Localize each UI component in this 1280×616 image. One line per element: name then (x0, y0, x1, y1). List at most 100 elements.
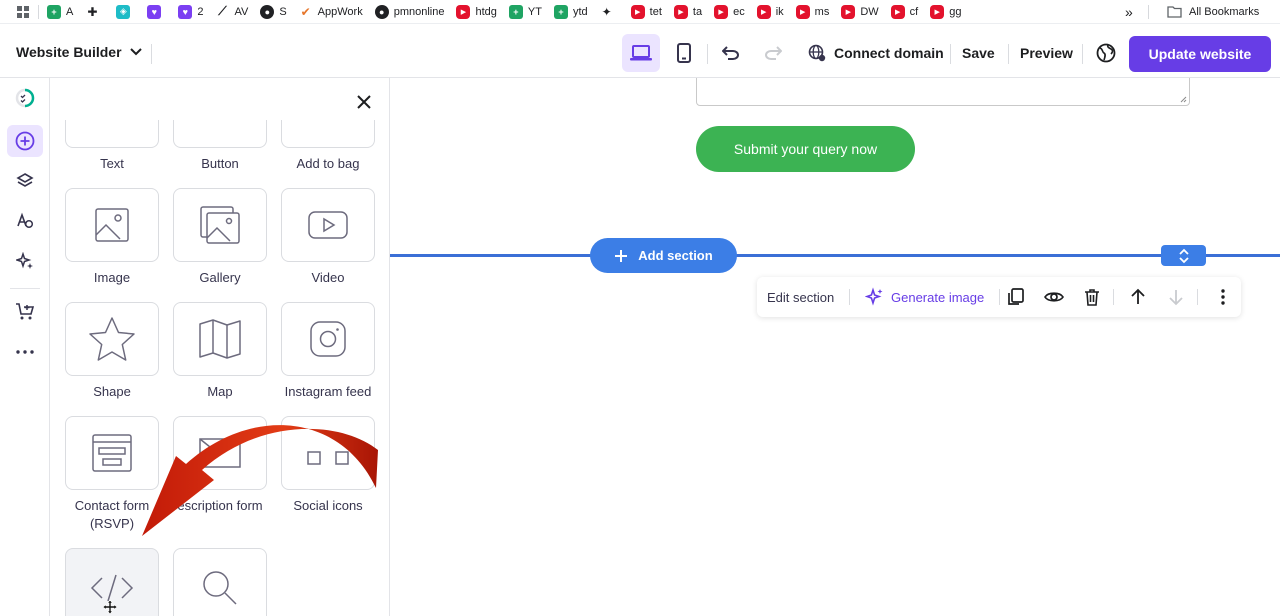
instagram-icon (310, 321, 346, 357)
element-tile-social-icons[interactable] (281, 416, 375, 490)
delete-section-button[interactable] (1082, 287, 1102, 307)
generate-image-button[interactable]: Generate image (865, 287, 984, 307)
gallery-icon (200, 206, 240, 244)
bookmark-label: ms (814, 5, 830, 18)
element-tile-button[interactable] (173, 120, 267, 148)
element-tile-map[interactable] (173, 302, 267, 376)
bookmark-separator (38, 4, 39, 19)
bookmark-item[interactable]: + ytd (553, 0, 588, 24)
bookmark-item[interactable]: ✦ (600, 0, 619, 24)
overflow-chevron-icon: » (1125, 3, 1133, 20)
element-tile-add-to-bag[interactable] (281, 120, 375, 148)
bookmark-item[interactable]: ⟋ AV (215, 0, 248, 24)
desktop-view-button[interactable] (622, 34, 660, 72)
bookmark-item[interactable]: ✔ AppWork (299, 0, 363, 24)
element-tile-contact-form[interactable] (65, 416, 159, 490)
connect-domain-button[interactable]: Connect domain (808, 34, 944, 72)
save-button[interactable]: Save (962, 34, 995, 72)
section-boundary-line (390, 254, 1280, 257)
close-panel-button[interactable] (354, 92, 374, 112)
bookmark-label: ta (692, 5, 703, 18)
section-resize-handle[interactable] (1161, 245, 1206, 266)
more-tools-button[interactable] (7, 336, 43, 368)
bookmark-item[interactable]: ◈ (116, 0, 135, 24)
chat-heart-icon: ♥ (147, 4, 162, 19)
plus-circle-icon (15, 131, 35, 151)
bookmark-item[interactable]: ● S (260, 0, 287, 24)
form-icon (92, 434, 132, 472)
hide-section-button[interactable] (1044, 287, 1064, 307)
pin-icon: ✦ (601, 4, 612, 19)
bookmark-label: ec (733, 5, 745, 18)
bookmark-label: S (279, 5, 287, 18)
redo-button[interactable] (760, 34, 786, 72)
store-button[interactable] (7, 296, 43, 328)
divider (1008, 44, 1009, 64)
language-button[interactable] (1094, 34, 1118, 72)
bookmark-item[interactable]: ▶ ms (795, 0, 830, 24)
message-textarea[interactable] (696, 78, 1190, 106)
bookmark-item[interactable]: ▶ htdg (456, 0, 497, 24)
bookmark-item[interactable]: ▶ ec (714, 0, 745, 24)
bookmark-item[interactable]: + YT (508, 0, 542, 24)
chevron-down-icon (129, 48, 142, 56)
move-section-down-button[interactable] (1166, 287, 1186, 307)
divider (849, 289, 850, 305)
video-play-icon (308, 211, 348, 239)
update-website-button[interactable]: Update website (1129, 36, 1271, 72)
ai-tools-button[interactable] (7, 245, 43, 277)
all-bookmarks-button[interactable]: All Bookmarks (1167, 0, 1259, 24)
element-tile-gallery[interactable] (173, 188, 267, 262)
divider (1197, 289, 1198, 305)
element-tile-subscription-form[interactable] (173, 416, 267, 490)
mobile-view-button[interactable] (668, 34, 700, 72)
element-tile-text[interactable] (65, 120, 159, 148)
bookmark-item[interactable]: ▶ tet (630, 0, 662, 24)
globe-icon (1096, 43, 1116, 63)
element-tile-shape[interactable] (65, 302, 159, 376)
bookmark-item[interactable]: ✚ (85, 0, 104, 24)
element-tile-instagram-feed[interactable] (281, 302, 375, 376)
element-tile-video[interactable] (281, 188, 375, 262)
bookmark-item[interactable]: ▶ gg (930, 0, 961, 24)
add-element-button[interactable] (7, 125, 43, 157)
close-icon (357, 95, 371, 109)
bookmark-item[interactable]: + A (47, 0, 73, 24)
element-label-social-icons: Social icons (293, 498, 363, 513)
move-section-up-button[interactable] (1128, 287, 1148, 307)
apps-grid-icon[interactable] (16, 0, 30, 24)
site-selector[interactable]: Website Builder (16, 44, 142, 60)
add-element-panel: Text Button Add to bag Image Gallery Vid… (50, 78, 390, 616)
progress-checklist-button[interactable] (7, 82, 43, 114)
bookmark-item[interactable]: ♥ 2 (178, 0, 203, 24)
element-label-gallery: Gallery (199, 270, 241, 285)
layers-button[interactable] (7, 165, 43, 197)
redo-icon (765, 46, 782, 60)
bookmarks-bar: + A ✚ ◈ ♥ ♥ 2 ⟋ AV ● S ✔ AppWork ● pmnonline ▶ htdg + YT + y… (0, 0, 1280, 24)
site-selector-label: Website Builder (16, 44, 122, 60)
submit-query-button[interactable]: Submit your query now (696, 126, 915, 172)
rail-divider (10, 288, 40, 289)
page-canvas: Submit your query now Add section Edit s… (390, 78, 1280, 616)
section-more-options-button[interactable] (1213, 287, 1233, 307)
divider (707, 44, 708, 64)
bookmark-item[interactable]: ♥ (147, 0, 166, 24)
add-section-button[interactable]: Add section (590, 238, 737, 273)
bookmark-item[interactable]: ● pmnonline (374, 0, 444, 24)
styles-button[interactable] (7, 205, 43, 237)
bookmark-label: tet (649, 5, 662, 18)
element-tile-image[interactable] (65, 188, 159, 262)
left-tool-rail (0, 78, 50, 616)
undo-button[interactable] (718, 34, 744, 72)
preview-button[interactable]: Preview (1020, 34, 1073, 72)
all-bookmarks-label: All Bookmarks (1189, 5, 1260, 18)
element-tile-search[interactable] (173, 548, 267, 616)
bookmark-item[interactable]: ▶ DW (841, 0, 879, 24)
duplicate-section-button[interactable] (1006, 287, 1026, 307)
element-label-instagram-feed: Instagram feed (284, 384, 372, 399)
edit-section-button[interactable]: Edit section (767, 290, 834, 305)
bookmark-item[interactable]: ▶ cf (890, 0, 918, 24)
bookmark-item[interactable]: ▶ ik (756, 0, 784, 24)
bookmarks-overflow-button[interactable]: » (1125, 0, 1133, 24)
bookmark-item[interactable]: ▶ ta (673, 0, 703, 24)
